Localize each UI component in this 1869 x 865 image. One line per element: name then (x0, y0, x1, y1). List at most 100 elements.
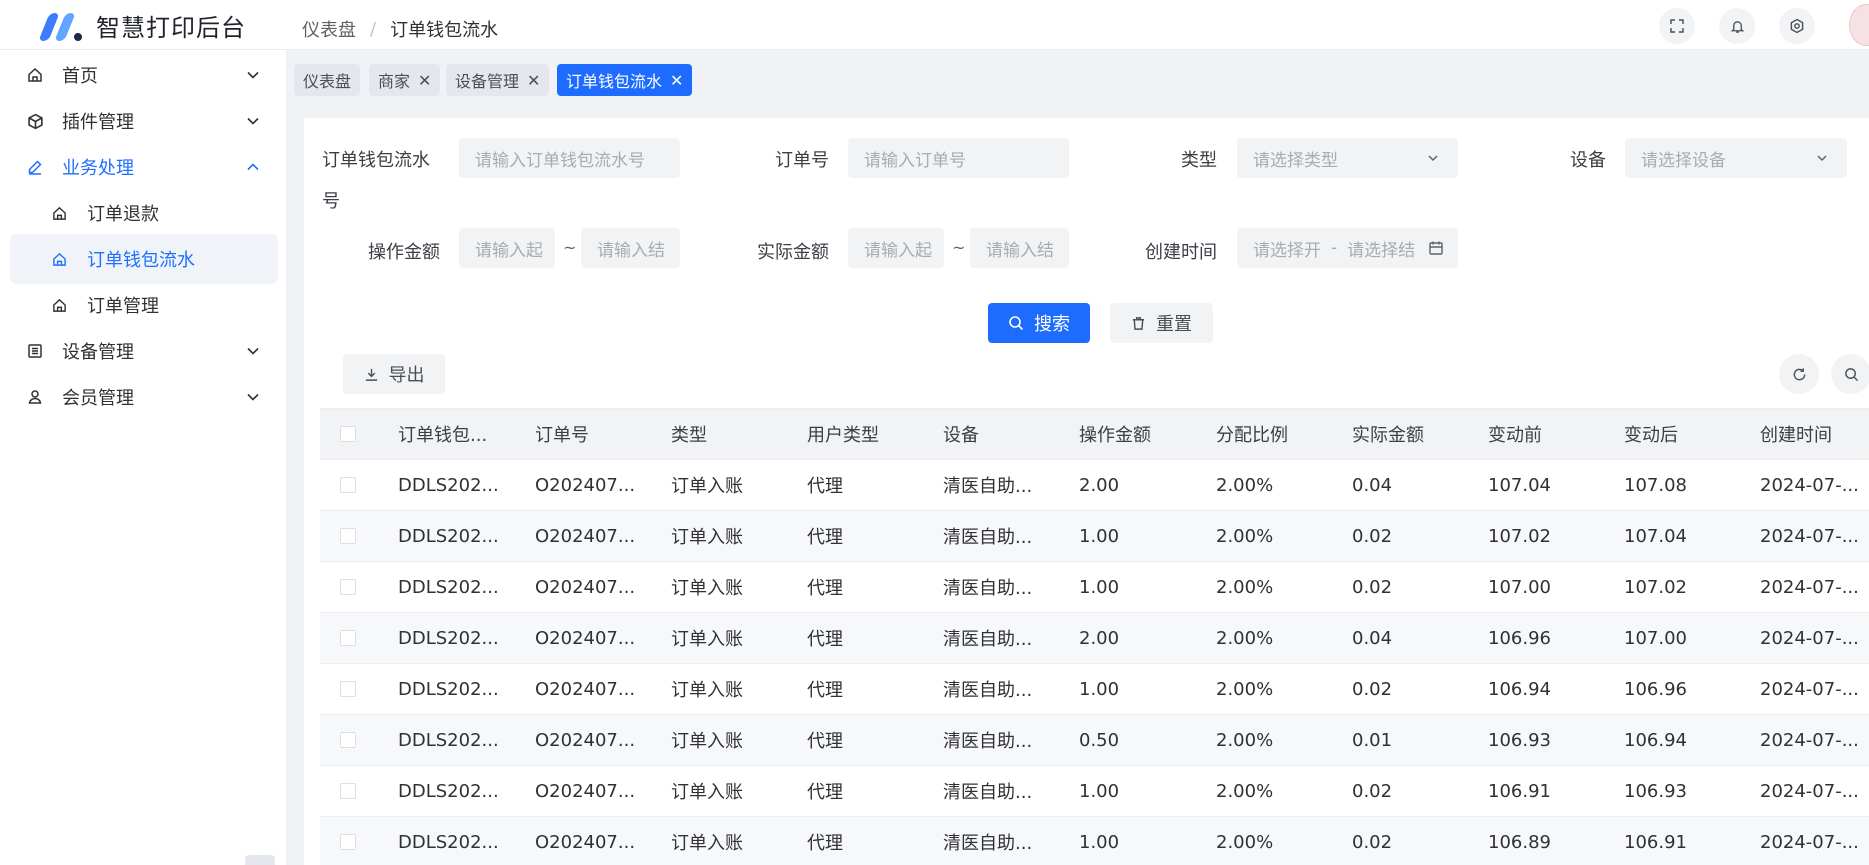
real-amount-start-input[interactable]: 请输入起 (848, 228, 944, 268)
sidebar-item-order-management[interactable]: 订单管理 (10, 280, 278, 330)
order-no-input[interactable]: 请输入订单号 (848, 138, 1069, 178)
created-date-range[interactable]: 请选择开 - 请选择结 (1237, 228, 1458, 268)
sidebar-item-label: 设备管理 (62, 342, 134, 363)
close-icon[interactable]: ✕ (527, 71, 540, 90)
op-amount-end-input[interactable]: 请输入结 (581, 228, 680, 268)
column-header[interactable]: 创建时间 (1760, 409, 1832, 459)
table-cell: 1.00 (1079, 678, 1120, 700)
table-row[interactable]: DDLS202... O202407... 订单入账 代理 清医自助... 1.00 2.0… (320, 664, 1869, 715)
row-checkbox[interactable] (340, 766, 356, 816)
close-icon[interactable]: ✕ (670, 71, 683, 90)
table-cell: 2.00% (1216, 831, 1274, 853)
column-header[interactable]: 变动前 (1488, 409, 1542, 459)
table-cell: 1.00 (1079, 780, 1120, 802)
row-checkbox[interactable] (340, 613, 356, 663)
table-cell: 清医自助... (943, 680, 1033, 701)
column-header[interactable]: 订单钱包... (398, 409, 487, 459)
export-button[interactable]: 导出 (343, 354, 445, 394)
sidebar-item-plugins[interactable]: 插件管理 (10, 96, 278, 146)
tab-device-management[interactable]: 设备管理 ✕ (446, 64, 550, 96)
range-separator: ~ (563, 238, 577, 257)
row-checkbox[interactable] (340, 511, 356, 561)
column-header[interactable]: 实际金额 (1352, 409, 1424, 459)
user-avatar[interactable] (1849, 4, 1869, 46)
table-row[interactable]: DDLS202... O202407... 订单入账 代理 清医自助... 1.00 2.0… (320, 562, 1869, 613)
row-checkbox[interactable] (340, 664, 356, 714)
table-cell: 2.00% (1216, 525, 1274, 547)
table-cell: 代理 (807, 629, 843, 650)
flow-no-input[interactable]: 请输入订单钱包流水号 (459, 138, 680, 178)
table-cell: 106.93 (1488, 729, 1551, 751)
table-cell: 1.00 (1079, 525, 1120, 547)
table-body: DDLS202... O202407... 订单入账 代理 清医自助... 2.00 2.0… (320, 460, 1869, 865)
device-select-placeholder: 请选择设备 (1641, 150, 1726, 171)
row-checkbox[interactable] (340, 460, 356, 510)
toggle-search-button[interactable] (1831, 354, 1869, 394)
op-amount-start-input[interactable]: 请输入起 (459, 228, 555, 268)
column-header[interactable]: 分配比例 (1216, 409, 1288, 459)
date-start-placeholder[interactable]: 请选择开 (1253, 236, 1321, 261)
sidebar-item-wallet-flow[interactable]: 订单钱包流水 (10, 234, 278, 284)
tab-wallet-flow[interactable]: 订单钱包流水 ✕ (557, 64, 693, 96)
column-header[interactable]: 设备 (943, 409, 979, 459)
date-end-placeholder[interactable]: 请选择结 (1347, 236, 1415, 261)
filter-label-type: 类型 (1181, 150, 1217, 171)
top-header: 智慧打印后台 仪表盘 / 订单钱包流水 (0, 0, 1869, 50)
sidebar-item-home[interactable]: 首页 (10, 50, 278, 100)
table-cell: 2024-07-... (1760, 627, 1859, 649)
table-cell: 107.02 (1624, 576, 1687, 598)
table-cell: 0.02 (1352, 678, 1393, 700)
table-cell: 代理 (807, 527, 843, 548)
chevron-down-icon (247, 347, 259, 355)
search-button-label: 搜索 (1034, 314, 1070, 335)
sidebar-item-order-refund[interactable]: 订单退款 (10, 188, 278, 238)
table-cell: 清医自助... (943, 578, 1033, 599)
row-checkbox[interactable] (340, 715, 356, 765)
sidebar-item-label: 订单管理 (87, 296, 159, 317)
sidebar-item-business[interactable]: 业务处理 (10, 142, 278, 192)
table-row[interactable]: DDLS202... O202407... 订单入账 代理 清医自助... 2.00 2.0… (320, 460, 1869, 511)
select-all-checkbox[interactable] (340, 409, 356, 459)
table-cell: 2024-07-... (1760, 576, 1859, 598)
column-header[interactable]: 订单号 (535, 409, 589, 459)
notification-button[interactable] (1719, 8, 1755, 44)
table-cell: 2.00% (1216, 678, 1274, 700)
column-header[interactable]: 用户类型 (807, 409, 879, 459)
table-cell: DDLS202... (398, 729, 499, 751)
settings-button[interactable] (1779, 8, 1815, 44)
table-cell: 0.02 (1352, 831, 1393, 853)
table-row[interactable]: DDLS202... O202407... 订单入账 代理 清医自助... 1.00 2.0… (320, 817, 1869, 865)
app-logo[interactable]: 智慧打印后台 (38, 8, 246, 43)
table-row[interactable]: DDLS202... O202407... 订单入账 代理 清医自助... 1.00 2.0… (320, 766, 1869, 817)
table-row[interactable]: DDLS202... O202407... 订单入账 代理 清医自助... 2.00 2.0… (320, 613, 1869, 664)
table-cell: 代理 (807, 476, 843, 497)
sidebar-scroll-handle[interactable] (245, 855, 275, 865)
table-cell: O202407... (535, 474, 636, 496)
table-row[interactable]: DDLS202... O202407... 订单入账 代理 清医自助... 0.50 2.0… (320, 715, 1869, 766)
type-select[interactable]: 请选择类型 (1237, 138, 1458, 178)
tab-merchant[interactable]: 商家 ✕ (369, 64, 441, 96)
table-row[interactable]: DDLS202... O202407... 订单入账 代理 清医自助... 1.00 2.0… (320, 511, 1869, 562)
sidebar-item-devices[interactable]: 设备管理 (10, 326, 278, 376)
row-checkbox[interactable] (340, 817, 356, 865)
row-checkbox[interactable] (340, 562, 356, 612)
sidebar-item-label: 会员管理 (62, 388, 134, 409)
column-header[interactable]: 变动后 (1624, 409, 1678, 459)
breadcrumb-dashboard[interactable]: 仪表盘 (302, 16, 356, 42)
column-header[interactable]: 类型 (671, 409, 707, 459)
tab-dashboard[interactable]: 仪表盘 (294, 64, 361, 96)
fullscreen-button[interactable] (1659, 8, 1695, 44)
chevron-up-icon (247, 163, 259, 171)
trash-icon (1132, 316, 1145, 330)
table-cell: 0.02 (1352, 780, 1393, 802)
tab-label: 商家 (378, 72, 411, 91)
search-button[interactable]: 搜索 (988, 303, 1090, 343)
real-amount-end-input[interactable]: 请输入结 (970, 228, 1069, 268)
sidebar-item-members[interactable]: 会员管理 (10, 372, 278, 422)
close-icon[interactable]: ✕ (418, 71, 431, 90)
reset-button[interactable]: 重置 (1110, 303, 1213, 343)
device-select[interactable]: 请选择设备 (1625, 138, 1847, 178)
refresh-button[interactable] (1779, 354, 1819, 394)
column-header[interactable]: 操作金额 (1079, 409, 1151, 459)
download-icon (365, 368, 377, 381)
